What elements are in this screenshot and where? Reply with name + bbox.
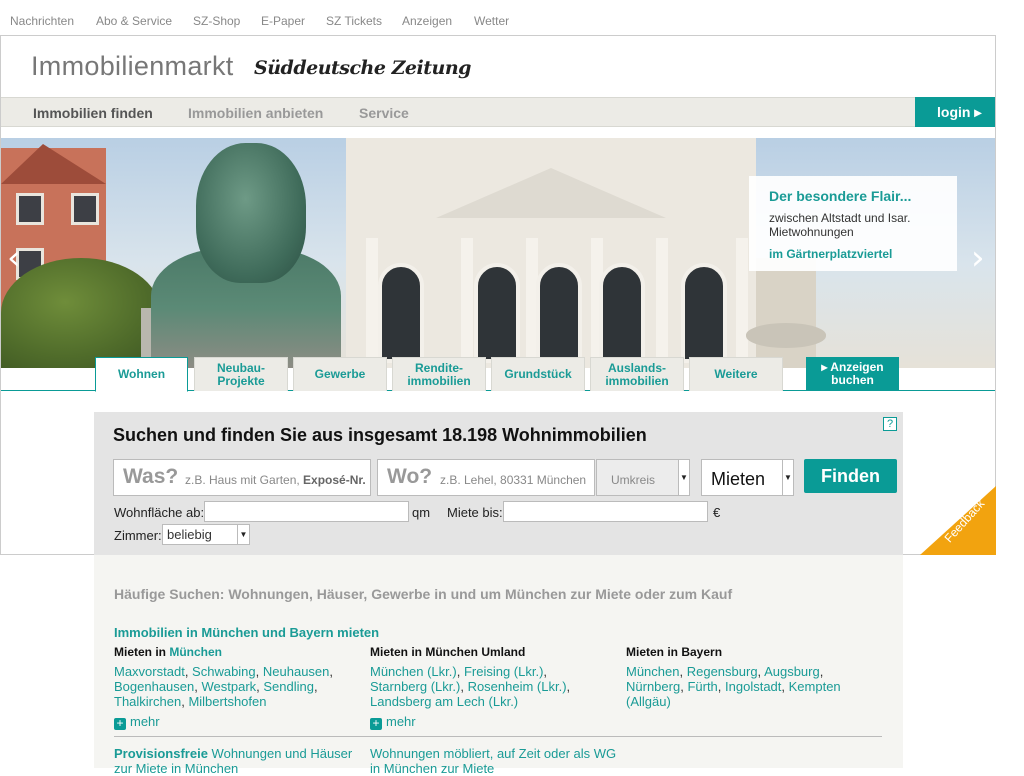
login-button[interactable]: login ▸ bbox=[915, 97, 995, 127]
column-heading-bayern: Mieten in Bayern bbox=[626, 645, 723, 659]
tab-grundstueck[interactable]: Grundstück bbox=[491, 357, 585, 391]
tab-neubau-projekte[interactable]: Neubau- Projekte bbox=[194, 357, 288, 391]
list-item[interactable]: Rosenheim (Lkr.) bbox=[468, 679, 567, 694]
qm-unit: qm bbox=[412, 505, 431, 520]
was-input[interactable]: Was? z.B. Haus mit Garten, Exposé-Nr. bbox=[113, 459, 371, 496]
wo-input[interactable]: Wo? z.B. Lehel, 80331 München bbox=[377, 459, 595, 496]
mehr-link-umland[interactable]: + mehr bbox=[370, 714, 416, 730]
hero-tree bbox=[1, 258, 161, 368]
link-list-muenchen: Maxvorstadt, Schwabing, Neuhausen, Bogen… bbox=[114, 664, 334, 709]
search-heading: Suchen und finden Sie aus insgesamt 18.1… bbox=[113, 425, 647, 445]
list-item[interactable]: Neuhausen bbox=[263, 664, 330, 679]
top-navigation: Nachrichten Abo & Service SZ-Shop E-Pape… bbox=[0, 0, 1024, 36]
list-item[interactable]: Regensburg bbox=[687, 664, 758, 679]
teaser-link[interactable]: im Gärtnerplatzviertel bbox=[769, 247, 957, 261]
list-item[interactable]: Ingolstadt bbox=[725, 679, 781, 694]
tab-weitere[interactable]: Weitere bbox=[689, 357, 783, 391]
teaser-description: zwischen Altstadt und Isar. Mietwohnunge… bbox=[769, 211, 911, 239]
mehr-link-muenchen[interactable]: + mehr bbox=[114, 714, 160, 730]
was-placeholder: z.B. Haus mit Garten, Exposé-Nr. bbox=[185, 473, 366, 487]
plus-icon: + bbox=[370, 717, 382, 730]
list-item[interactable]: Westpark bbox=[201, 679, 256, 694]
chevron-down-icon: ▼ bbox=[782, 460, 793, 495]
list-item[interactable]: Schwabing bbox=[192, 664, 256, 679]
zimmer-label: Zimmer: bbox=[114, 528, 162, 543]
finden-button[interactable]: Finden bbox=[804, 459, 897, 493]
link-muenchen[interactable]: München bbox=[169, 645, 222, 659]
topnav-abo-service[interactable]: Abo & Service bbox=[96, 14, 172, 28]
wohnflaeche-input[interactable] bbox=[204, 501, 409, 522]
miete-input[interactable] bbox=[503, 501, 708, 522]
umkreis-select[interactable]: Umkreis ▼ bbox=[596, 459, 690, 496]
hero-teaser[interactable]: Der besondere Flair... zwischen Altstadt… bbox=[749, 176, 957, 271]
help-icon[interactable]: ? bbox=[883, 417, 897, 431]
topnav-wetter[interactable]: Wetter bbox=[474, 14, 509, 28]
hero-fountain bbox=[746, 323, 826, 348]
miete-label: Miete bis: bbox=[447, 505, 503, 520]
list-item[interactable]: Freising (Lkr.) bbox=[464, 664, 543, 679]
tab-wohnen[interactable]: Wohnen bbox=[95, 357, 188, 392]
list-item[interactable]: Augsburg bbox=[764, 664, 820, 679]
link-provisionsfrei[interactable]: Provisionsfreie Wohnungen und Häuser zur… bbox=[114, 746, 359, 776]
section-title-mieten[interactable]: Immobilien in München und Bayern mieten bbox=[114, 625, 379, 640]
page-title: Immobilienmarkt bbox=[31, 51, 234, 81]
link-list-bayern: München, Regensburg, Augsburg, Nürnberg,… bbox=[626, 664, 841, 709]
wohnflaeche-label: Wohnfläche ab: bbox=[114, 505, 205, 520]
tab-gewerbe[interactable]: Gewerbe bbox=[293, 357, 387, 391]
carousel-prev-icon[interactable]: ‹ bbox=[7, 238, 21, 278]
list-item[interactable]: Nürnberg bbox=[626, 679, 680, 694]
link-moebliert[interactable]: Wohnungen möbliert, auf Zeit oder als WG… bbox=[370, 746, 620, 776]
list-item[interactable]: Thalkirchen bbox=[114, 694, 181, 709]
hero-theater-building bbox=[346, 138, 756, 368]
euro-unit: € bbox=[713, 505, 721, 520]
topnav-sz-shop[interactable]: SZ-Shop bbox=[193, 14, 240, 28]
nav-service[interactable]: Service bbox=[359, 105, 409, 121]
divider bbox=[114, 736, 882, 737]
topnav-sz-tickets[interactable]: SZ Tickets bbox=[326, 14, 382, 28]
sz-logo[interactable]: Süddeutsche Zeitung bbox=[254, 57, 471, 79]
teaser-title[interactable]: Der besondere Flair... bbox=[769, 188, 957, 204]
anzeigen-buchen-button[interactable]: ▸ Anzeigen buchen bbox=[806, 357, 899, 391]
list-item[interactable]: München bbox=[626, 664, 679, 679]
frequent-searches-heading: Häufige Suchen: Wohnungen, Häuser, Gewer… bbox=[114, 586, 733, 602]
list-item[interactable]: Fürth bbox=[687, 679, 717, 694]
list-item[interactable]: Bogenhausen bbox=[114, 679, 194, 694]
list-item[interactable]: Sendling bbox=[263, 679, 314, 694]
nav-immobilien-finden[interactable]: Immobilien finden bbox=[33, 105, 153, 121]
chevron-down-icon: ▼ bbox=[237, 525, 249, 544]
list-item[interactable]: München (Lkr.) bbox=[370, 664, 457, 679]
was-label: Was? bbox=[123, 465, 179, 488]
feedback-button[interactable]: Feedback bbox=[920, 486, 996, 555]
wo-label: Wo? bbox=[387, 465, 433, 488]
chevron-down-icon: ▼ bbox=[678, 460, 689, 495]
list-item[interactable]: Milbertshofen bbox=[188, 694, 266, 709]
topnav-nachrichten[interactable]: Nachrichten bbox=[10, 14, 74, 28]
tab-auslandsimmobilien[interactable]: Auslands- immobilien bbox=[590, 357, 684, 391]
list-item[interactable]: Landsberg am Lech (Lkr.) bbox=[370, 694, 518, 709]
topnav-anzeigen[interactable]: Anzeigen bbox=[402, 14, 452, 28]
column-heading-muenchen: Mieten in München bbox=[114, 645, 223, 659]
nav-immobilien-anbieten[interactable]: Immobilien anbieten bbox=[188, 105, 323, 121]
search-panel: Suchen und finden Sie aus insgesamt 18.1… bbox=[94, 412, 903, 555]
tab-renditeimmobilien[interactable]: Rendite- immobilien bbox=[392, 357, 486, 391]
wo-placeholder: z.B. Lehel, 80331 München bbox=[440, 473, 587, 487]
list-item[interactable]: Maxvorstadt bbox=[114, 664, 185, 679]
main-navigation: Immobilien finden Immobilien anbieten Se… bbox=[1, 97, 995, 127]
plus-icon: + bbox=[114, 717, 126, 730]
column-heading-umland: Mieten in München Umland bbox=[370, 645, 526, 659]
list-item[interactable]: Starnberg (Lkr.) bbox=[370, 679, 460, 694]
frequent-searches-panel: Häufige Suchen: Wohnungen, Häuser, Gewer… bbox=[94, 555, 903, 776]
mode-select[interactable]: Mieten ▼ bbox=[701, 459, 794, 496]
topnav-e-paper[interactable]: E-Paper bbox=[261, 14, 305, 28]
link-list-umland: München (Lkr.), Freising (Lkr.), Starnbe… bbox=[370, 664, 571, 709]
carousel-next-icon[interactable]: › bbox=[971, 238, 985, 278]
zimmer-select[interactable]: beliebig ▼ bbox=[162, 524, 250, 545]
